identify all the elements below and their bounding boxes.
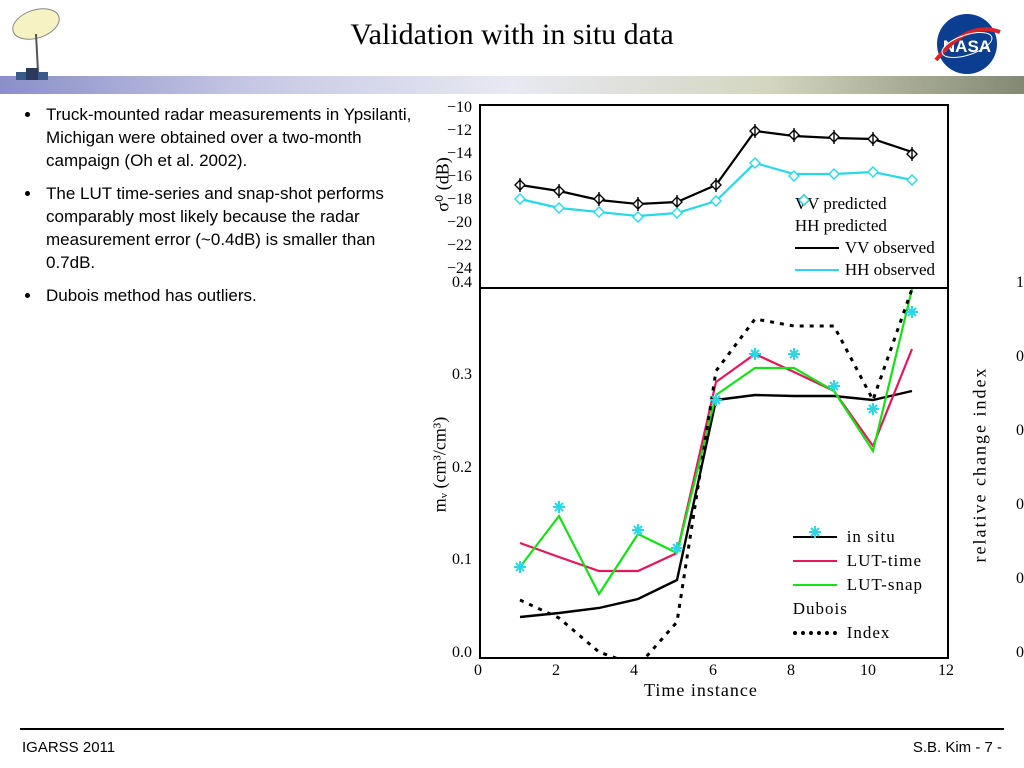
footer-right: S.B. Kim - 7 -: [913, 739, 1002, 756]
chart-mv: in situ LUT-time LUT-snap Dubois Index: [479, 289, 949, 659]
chart2-legend: in situ LUT-time LUT-snap Dubois Index: [793, 525, 923, 645]
chart-xlabel: Time instance: [644, 680, 758, 701]
slide-title: Validation with in situ data: [0, 0, 1024, 70]
chart2-ylabel-left: mᵥ (cm³/cm³): [429, 417, 450, 513]
satellite-icon: [6, 6, 76, 96]
footer-rule: [20, 728, 1004, 730]
charts-panel: σ⁰ (dB) mᵥ (cm³/cm³) relative change ind…: [414, 104, 1008, 694]
chart1-legend: VV predicted HH predicted VV observed HH…: [795, 193, 935, 281]
header-bar: [0, 76, 1024, 94]
bullet-item: Dubois method has outliers.: [42, 285, 414, 308]
footer: IGARSS 2011 S.B. Kim - 7 -: [0, 739, 1024, 756]
footer-left: IGARSS 2011: [22, 739, 115, 756]
bullet-list: Truck-mounted radar measurements in Ypsi…: [34, 104, 414, 694]
nasa-logo: NASA: [928, 12, 1006, 77]
chart1-yticks: −10−12−14−16−18−20−22−24: [424, 96, 472, 280]
chart2-ylabel-right: relative change index: [970, 367, 991, 563]
bullet-item: The LUT time-series and snap-shot perfor…: [42, 183, 414, 275]
bullet-item: Truck-mounted radar measurements in Ypsi…: [42, 104, 414, 173]
chart-sigma0: VV predicted HH predicted VV observed HH…: [479, 104, 949, 289]
